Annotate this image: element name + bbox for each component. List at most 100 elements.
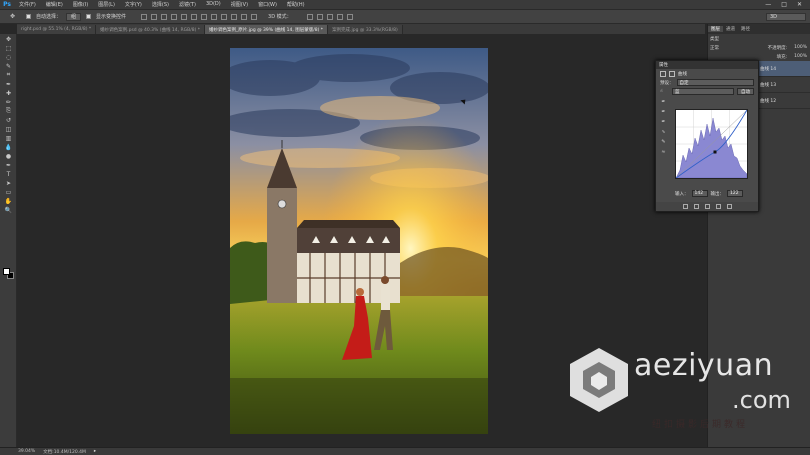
document-tab[interactable]: 婚纱调色案例.psd @ 40.3% (曲线 14, RGB/8) *: [96, 25, 206, 34]
curve-tools: ✒ ✒ ✒ ∿ ✎ ≈: [660, 99, 668, 159]
eyedropper-tool-icon[interactable]: ✒: [3, 80, 14, 88]
healing-tool-icon[interactable]: ✚: [3, 89, 14, 97]
align-icons: [141, 13, 258, 20]
align-center-icon[interactable]: [181, 13, 188, 20]
move-tool-preset-icon[interactable]: ✥: [7, 13, 18, 21]
gradient-tool-icon[interactable]: ▥: [3, 134, 14, 142]
show-transform-checkbox[interactable]: [86, 14, 92, 19]
3d-mode-icons: [306, 13, 353, 20]
3d-slide-icon[interactable]: [336, 13, 343, 20]
zoom-tool-icon[interactable]: 🔍: [3, 206, 14, 214]
crop-tool-icon[interactable]: ⌗: [3, 71, 14, 79]
reset-icon[interactable]: [704, 204, 710, 209]
tab-channels[interactable]: 通道: [723, 26, 738, 32]
menu-item-7[interactable]: 3D(D): [201, 1, 226, 8]
menu-item-8[interactable]: 视图(V): [226, 1, 253, 8]
eraser-tool-icon[interactable]: ◫: [3, 125, 14, 133]
distribute-right-icon[interactable]: [251, 13, 258, 20]
quick-select-tool-icon[interactable]: ✎: [3, 62, 14, 70]
marquee-tool-icon[interactable]: ⬚: [3, 44, 14, 52]
3d-scale-icon[interactable]: [346, 13, 353, 20]
curve-point[interactable]: [713, 150, 717, 154]
menu-items: 文件(F) 编辑(E) 图像(I) 图层(L) 文字(Y) 选择(S) 滤镜(T) 3D(D)…: [14, 1, 310, 8]
curves-icon: [660, 70, 666, 77]
channel-dropdown[interactable]: 蓝: [672, 88, 734, 95]
clone-tool-icon[interactable]: ⎘: [3, 107, 14, 115]
align-top-icon[interactable]: [141, 13, 148, 20]
distribute-bottom-icon[interactable]: [221, 13, 228, 20]
menu-item-4[interactable]: 文字(Y): [120, 1, 147, 8]
input-field[interactable]: 142: [691, 190, 708, 197]
layer-kind-filter[interactable]: 类型: [710, 36, 719, 42]
distribute-left-icon[interactable]: [231, 13, 238, 20]
distribute-center-icon[interactable]: [241, 13, 248, 20]
channel-row: ☝ 蓝 自动: [656, 87, 758, 96]
move-tool-icon[interactable]: ✥: [3, 35, 14, 43]
blend-mode-select[interactable]: 正常: [710, 45, 719, 51]
pen-tool-icon[interactable]: ✒: [3, 161, 14, 169]
maximize-button[interactable]: □: [781, 1, 787, 8]
close-button[interactable]: ✕: [797, 1, 802, 8]
auto-button[interactable]: 自动: [737, 88, 754, 95]
zoom-level[interactable]: 39.04%: [18, 449, 35, 454]
menu-item-9[interactable]: 窗口(W): [253, 1, 282, 8]
document-tab[interactable]: right.psd @ 55.1% (4, RGB/8) *: [17, 25, 97, 34]
black-point-eyedropper-icon[interactable]: ✒: [660, 99, 667, 106]
visibility-icon[interactable]: [715, 204, 721, 209]
status-menu-arrow-icon[interactable]: ▸: [94, 449, 96, 454]
curves-graph[interactable]: [675, 109, 748, 179]
auto-select-dropdown[interactable]: 组: [66, 12, 82, 21]
blur-tool-icon[interactable]: 💧: [3, 143, 14, 151]
menu-item-3[interactable]: 图层(L): [93, 1, 120, 8]
hand-tool-icon[interactable]: ✋: [3, 197, 14, 205]
smooth-curve-icon[interactable]: ≈: [660, 149, 667, 156]
3d-rotate-icon[interactable]: [306, 13, 313, 20]
gray-point-eyedropper-icon[interactable]: ✒: [660, 109, 667, 116]
document-size: 文档:10.4M/120.4M: [43, 449, 86, 455]
clip-to-layer-icon[interactable]: [682, 204, 688, 209]
auto-select-checkbox[interactable]: [26, 14, 31, 19]
distribute-top-icon[interactable]: [201, 13, 208, 20]
output-field[interactable]: 122: [727, 190, 743, 197]
tools-panel: ✥ ⬚ ◌ ✎ ⌗ ✒ ✚ ✏ ⎘ ↺ ◫ ▥ 💧 ● ✒ T ➤ ▭ ✋ 🔍: [0, 34, 17, 447]
minimize-button[interactable]: —: [765, 1, 771, 8]
3d-roll-icon[interactable]: [316, 13, 323, 20]
view-previous-icon[interactable]: [693, 204, 699, 209]
hand-target-icon[interactable]: ☝: [660, 89, 669, 94]
preset-dropdown[interactable]: 自定: [676, 79, 754, 86]
opacity-value[interactable]: 100%: [794, 45, 810, 50]
fill-value[interactable]: 100%: [794, 54, 810, 59]
align-left-icon[interactable]: [171, 13, 178, 20]
type-tool-icon[interactable]: T: [3, 170, 14, 178]
history-brush-tool-icon[interactable]: ↺: [3, 116, 14, 124]
delete-icon[interactable]: [726, 204, 732, 209]
document-tab[interactable]: 案例完成.jpg @ 33.3%(RGB/8): [328, 25, 403, 34]
menu-item-1[interactable]: 编辑(E): [41, 1, 68, 8]
workspace-selector[interactable]: 3D: [766, 13, 806, 21]
lasso-tool-icon[interactable]: ◌: [3, 53, 14, 61]
menu-item-2[interactable]: 图像(I): [68, 1, 93, 8]
mask-icon[interactable]: [669, 70, 675, 77]
document-canvas[interactable]: [230, 48, 488, 434]
brush-tool-icon[interactable]: ✏: [3, 98, 14, 106]
menu-item-5[interactable]: 选择(S): [147, 1, 174, 8]
menu-item-6[interactable]: 滤镜(T): [174, 1, 201, 8]
align-middle-icon[interactable]: [151, 13, 158, 20]
align-bottom-icon[interactable]: [161, 13, 168, 20]
menu-item-0[interactable]: 文件(F): [14, 1, 41, 8]
3d-mode-label: 3D 模式：: [268, 14, 292, 20]
tab-paths[interactable]: 路径: [738, 26, 753, 32]
distribute-middle-icon[interactable]: [211, 13, 218, 20]
path-select-tool-icon[interactable]: ➤: [3, 179, 14, 187]
menu-item-10[interactable]: 帮助(H): [282, 1, 310, 8]
curve-point-icon[interactable]: ∿: [660, 129, 667, 136]
tab-layers[interactable]: 图层: [708, 26, 723, 32]
pencil-curve-icon[interactable]: ✎: [660, 139, 667, 146]
3d-pan-icon[interactable]: [326, 13, 333, 20]
dodge-tool-icon[interactable]: ●: [3, 152, 14, 160]
document-tab[interactable]: 婚纱调色案例_原片.jpg @ 39% (曲线 14, 图层蒙版/8) *: [205, 25, 329, 34]
white-point-eyedropper-icon[interactable]: ✒: [660, 119, 667, 126]
shape-tool-icon[interactable]: ▭: [3, 188, 14, 196]
align-right-icon[interactable]: [191, 13, 198, 20]
foreground-color-swatch[interactable]: [3, 268, 10, 275]
